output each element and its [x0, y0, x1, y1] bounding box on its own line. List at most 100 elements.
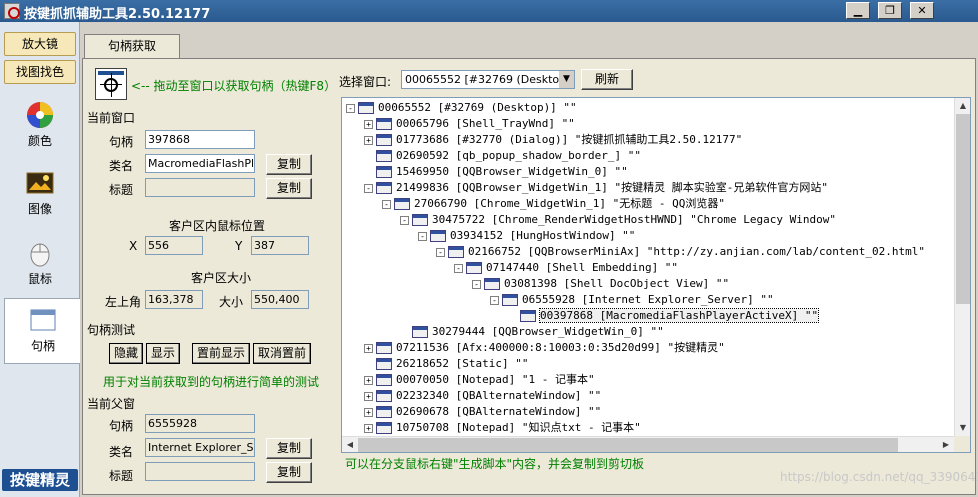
tree-node[interactable]: - 30475722 [Chrome_RenderWidgetHostHWND] … [400, 212, 836, 228]
tree-node-label: 03934152 [HungHostWindow] "" [450, 229, 636, 242]
zoom-button[interactable]: 放大镜 [4, 32, 76, 56]
topleft-label: 左上角 [105, 295, 142, 309]
image-icon [26, 172, 54, 194]
footer-hint: 可以在分支鼠标右键"生成脚本"内容，并会复制到剪切板 [345, 457, 645, 471]
close-button[interactable]: ✕ [910, 2, 934, 19]
scroll-right-icon[interactable]: ▶ [938, 437, 954, 452]
sidebar-item-label: 句柄 [30, 339, 55, 353]
expand-icon[interactable]: + [364, 375, 373, 385]
tree-node[interactable]: - 00065552 [#32769 (Desktop)] "" [346, 100, 577, 116]
chevron-down-icon[interactable]: ▼ [559, 71, 574, 88]
tree-node[interactable]: 02690592 [qb_popup_shadow_border_] "" [364, 148, 641, 164]
select-window-dropdown[interactable]: 00065552 [#32769 (Desktop)] "" ▼ [401, 70, 575, 89]
expand-icon[interactable]: + [364, 119, 373, 129]
expand-icon[interactable]: + [364, 407, 373, 417]
tree-node-label: 30475722 [Chrome_RenderWidgetHostHWND] "… [432, 213, 836, 226]
window-icon [394, 198, 410, 210]
restore-button[interactable]: ❐ [878, 2, 902, 19]
sidebar-item-handle[interactable]: 句柄 [4, 298, 81, 364]
scroll-left-icon[interactable]: ◀ [342, 437, 358, 452]
sidebar-item-image[interactable]: 图像 [0, 162, 80, 228]
tree-node[interactable]: +02690678 [QBAlternateWindow] "" [364, 404, 601, 420]
collapse-icon[interactable]: - [454, 263, 463, 273]
collapse-icon[interactable]: - [490, 295, 499, 305]
collapse-icon[interactable]: - [472, 279, 481, 289]
minimize-button[interactable]: ▁ [846, 2, 870, 19]
window-icon [376, 406, 392, 418]
tree-node[interactable]: +10750708 [Notepad] "知识点txt - 记事本" [364, 420, 641, 436]
tree-node[interactable]: - 06555928 [Internet Explorer_Server] "" [490, 292, 774, 308]
window-icon [376, 422, 392, 434]
vertical-scrollbar[interactable]: ▲ ▼ [954, 98, 970, 436]
tree-node-label: 00065552 [#32769 (Desktop)] "" [378, 101, 577, 114]
sidebar-item-color[interactable]: 颜色 [0, 94, 80, 160]
bring-to-front-button[interactable]: 置前显示 [192, 343, 250, 364]
find-color-button[interactable]: 找图找色 [4, 60, 76, 84]
tree-node[interactable]: +00065796 [Shell_TrayWnd] "" [364, 116, 575, 132]
collapse-icon[interactable]: - [382, 199, 391, 209]
window-icon [358, 102, 374, 114]
tree-node-label: 15469950 [QQBrowser_WidgetWin_0] "" [396, 165, 628, 178]
parent-handle-field: 6555928 [145, 414, 255, 433]
horizontal-scrollbar[interactable]: ◀ ▶ [342, 436, 954, 452]
expand-icon[interactable]: + [364, 423, 373, 433]
tree-node[interactable]: +02232340 [QBAlternateWindow] "" [364, 388, 601, 404]
y-label: Y [235, 239, 243, 253]
sidebar-item-label: 图像 [27, 202, 52, 216]
scroll-down-icon[interactable]: ▼ [955, 420, 970, 436]
title-field[interactable] [145, 178, 255, 197]
tab-handle-get[interactable]: 句柄获取 [84, 34, 180, 58]
client-size-heading: 客户区大小 [191, 271, 252, 285]
tree-node[interactable]: 00397868 [MacromediaFlashPlayerActiveX] … [508, 308, 820, 324]
collapse-icon[interactable]: - [418, 231, 427, 241]
tree-node-label: 07211536 [Afx:400000:8:10003:0:35d20d99]… [396, 341, 725, 354]
tree-node[interactable]: +07211536 [Afx:400000:8:10003:0:35d20d99… [364, 340, 725, 356]
copy-parent-title-button[interactable]: 复制 [266, 462, 312, 483]
tree-node[interactable]: - 03081398 [Shell DocObject View] "" [472, 276, 729, 292]
scroll-thumb[interactable] [358, 438, 898, 452]
scroll-thumb[interactable] [956, 114, 970, 304]
scroll-up-icon[interactable]: ▲ [955, 98, 970, 114]
window-icon [430, 230, 446, 242]
topleft-field: 163,378 [145, 290, 203, 309]
collapse-icon[interactable]: - [436, 247, 445, 257]
tree-node[interactable]: - 07147440 [Shell Embedding] "" [454, 260, 678, 276]
collapse-icon[interactable]: - [400, 215, 409, 225]
window-icon [520, 310, 536, 322]
window-icon [376, 390, 392, 402]
window-icon [376, 150, 392, 162]
tree-node[interactable]: 30279444 [QQBrowser_WidgetWin_0] "" [400, 324, 664, 340]
tree-node[interactable]: - 02166752 [QQBrowserMiniAx] "http://zy.a… [436, 244, 925, 260]
show-button[interactable]: 显示 [146, 343, 180, 364]
tree-node[interactable]: 26218652 [Static] "" [364, 356, 528, 372]
color-wheel-icon [27, 102, 53, 128]
class-field[interactable]: MacromediaFlashPlaye [145, 154, 255, 173]
parent-class-field: Internet Explorer_Serve [145, 438, 255, 457]
copy-title-button[interactable]: 复制 [266, 178, 312, 199]
tree-node-label: 06555928 [Internet Explorer_Server] "" [522, 293, 774, 306]
collapse-icon[interactable]: - [346, 103, 355, 113]
handle-field[interactable]: 397868 [145, 130, 255, 149]
expand-icon[interactable]: + [364, 391, 373, 401]
tree-node[interactable]: +00070050 [Notepad] "1 - 记事本" [364, 372, 595, 388]
crosshair-finder-icon[interactable] [95, 68, 127, 100]
expand-icon[interactable]: + [364, 135, 373, 145]
hide-button[interactable]: 隐藏 [109, 343, 143, 364]
tree-node-label: 30279444 [QQBrowser_WidgetWin_0] "" [432, 325, 664, 338]
copy-parent-class-button[interactable]: 复制 [266, 438, 312, 459]
tree-node[interactable]: - 27066790 [Chrome_WidgetWin_1] "无标题 - QQ… [382, 196, 725, 212]
handle-label: 句柄 [109, 135, 134, 149]
copy-class-button[interactable]: 复制 [266, 154, 312, 175]
tree-node[interactable]: - 03934152 [HungHostWindow] "" [418, 228, 635, 244]
tree-node-label: 02232340 [QBAlternateWindow] "" [396, 389, 602, 402]
refresh-button[interactable]: 刷新 [581, 69, 633, 90]
tree-node[interactable]: 15469950 [QQBrowser_WidgetWin_0] "" [364, 164, 628, 180]
collapse-icon[interactable]: - [364, 183, 373, 193]
cancel-front-button[interactable]: 取消置前 [253, 343, 311, 364]
window-tree[interactable]: +10750708 [Notepad] "知识点txt - 记事本" +02690… [341, 97, 971, 453]
size-field: 550,400 [251, 290, 309, 309]
sidebar-item-mouse[interactable]: 鼠标 [0, 232, 80, 298]
expand-icon[interactable]: + [364, 343, 373, 353]
tree-node[interactable]: - 21499836 [QQBrowser_WidgetWin_1] "按键精灵 … [364, 180, 828, 196]
tree-node[interactable]: +01773686 [#32770 (Dialog)] "按键抓抓辅助工具2.5… [364, 132, 742, 148]
